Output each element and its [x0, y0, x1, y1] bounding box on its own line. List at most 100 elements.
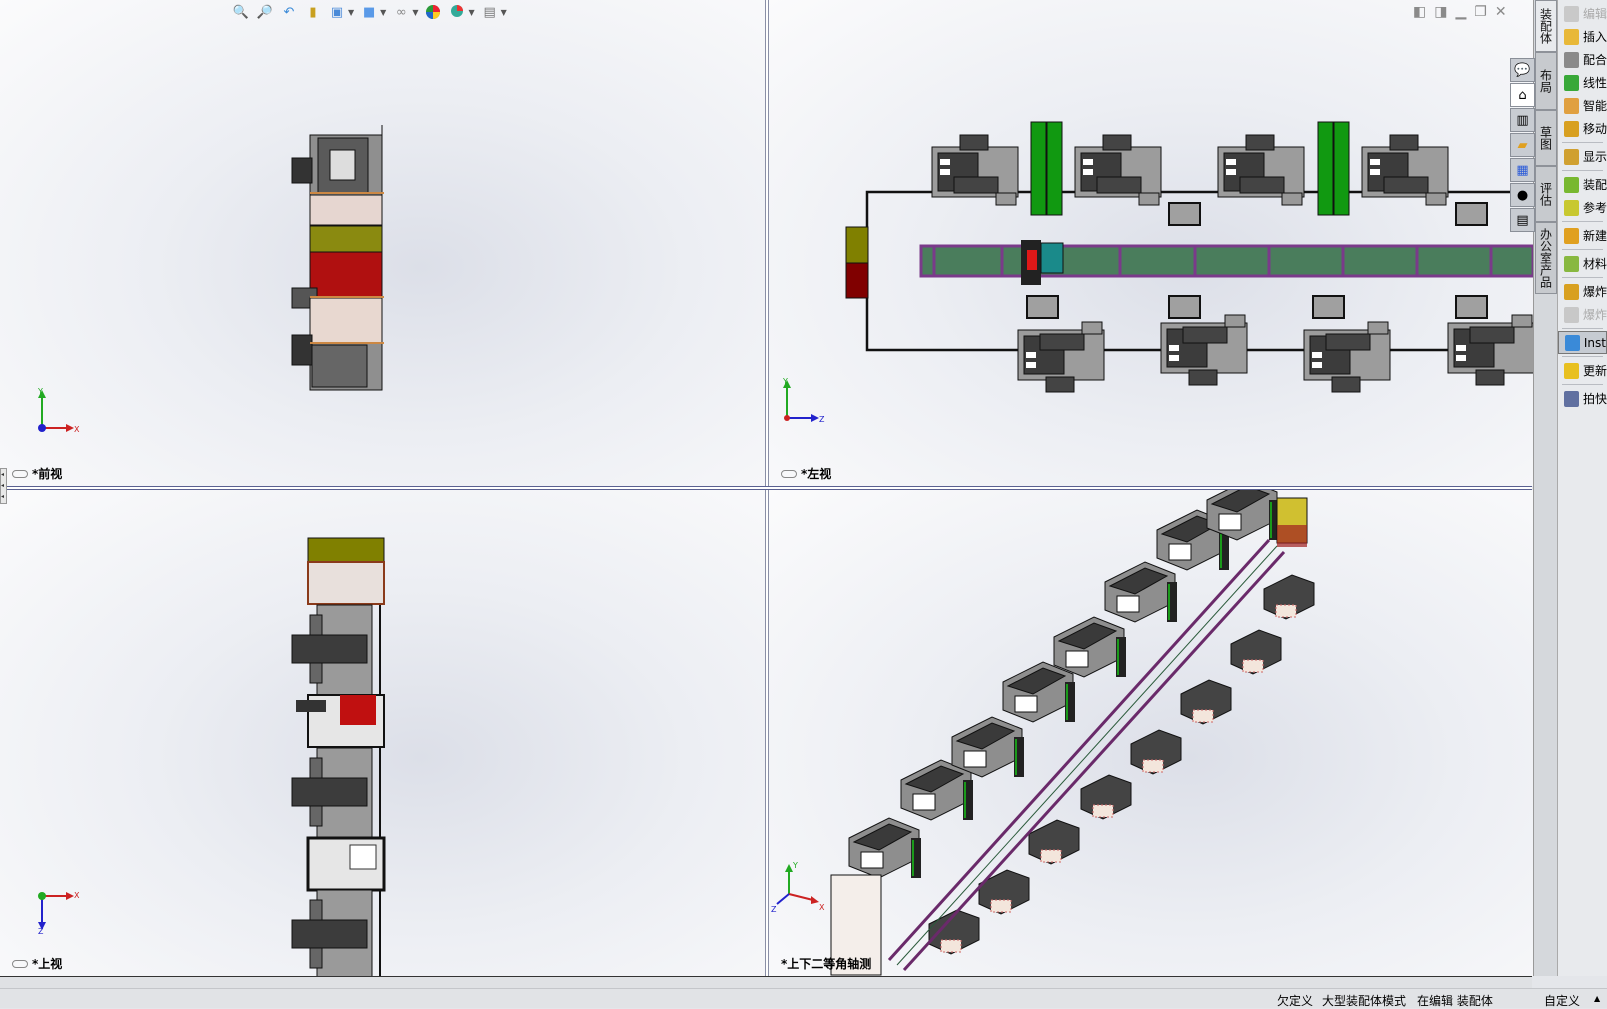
viewport-left[interactable]: Y Z *左视 — [769, 0, 1533, 486]
tab-evaluate[interactable]: 评估 — [1535, 166, 1557, 222]
command-icon — [1564, 255, 1579, 272]
command-item[interactable]: 线性 — [1558, 71, 1607, 94]
link-views-icon[interactable] — [12, 959, 28, 968]
svg-text:Y: Y — [782, 377, 788, 386]
viewport-dimetric[interactable]: Y X Z *上下二等角轴测 — [769, 490, 1533, 976]
tab-assembly[interactable]: 装配体 — [1535, 0, 1557, 52]
command-item[interactable]: 装配 — [1558, 173, 1607, 196]
minimize-icon[interactable]: ▁ — [1455, 4, 1466, 20]
zoom-to-fit-icon[interactable]: 🔍 — [232, 3, 250, 21]
command-item[interactable]: 显示 — [1558, 145, 1607, 168]
panel-collapse-handle[interactable]: ◂ ◂ ◂ — [0, 468, 7, 504]
svg-text:Z: Z — [771, 905, 777, 912]
svg-text:X: X — [74, 425, 80, 434]
separator — [1562, 142, 1603, 143]
command-item[interactable]: 移动 — [1558, 117, 1607, 140]
command-label: 参考 — [1582, 201, 1607, 215]
view-settings-icon[interactable]: ▤ — [481, 3, 499, 21]
tile-right-icon[interactable]: ◨ — [1434, 4, 1447, 20]
command-item[interactable]: 编辑 — [1558, 2, 1607, 25]
tab-office-products[interactable]: 办公室产品 — [1535, 222, 1557, 294]
front-view-model — [291, 125, 384, 391]
svg-text:X: X — [819, 903, 825, 912]
viewport-splitter-horizontal[interactable] — [0, 486, 1532, 490]
command-label: 新建 — [1582, 229, 1607, 243]
command-item[interactable]: 拍快 — [1558, 387, 1607, 410]
command-item[interactable]: 智能 — [1558, 94, 1607, 117]
chevron-down-icon[interactable]: ▼ — [348, 8, 354, 17]
axis-triad: X Z — [38, 891, 80, 934]
command-label: 配合 — [1582, 53, 1607, 67]
command-icon — [1565, 334, 1580, 351]
command-item[interactable]: 材料 — [1558, 252, 1607, 275]
command-item[interactable]: 插入 — [1558, 25, 1607, 48]
chevron-down-icon[interactable]: ▼ — [380, 8, 386, 17]
command-label: 拍快 — [1582, 392, 1607, 406]
custom-properties-icon[interactable]: ▤ — [1510, 208, 1535, 232]
tab-layout[interactable]: 布局 — [1535, 52, 1557, 110]
status-editing: 在编辑 装配体 — [1417, 994, 1493, 1008]
command-item[interactable]: 爆炸 — [1558, 280, 1607, 303]
design-library-icon[interactable]: ▥ — [1510, 108, 1535, 132]
chevron-down-icon[interactable]: ▼ — [501, 8, 507, 17]
display-style-icon[interactable]: ■ — [360, 3, 378, 21]
chevron-down-icon[interactable]: ▼ — [468, 8, 474, 17]
close-icon[interactable]: ✕ — [1495, 4, 1507, 20]
command-item[interactable]: 新建 — [1558, 224, 1607, 247]
axis-triad: Y Z — [782, 377, 825, 424]
command-icon — [1564, 306, 1579, 323]
chevron-down-icon[interactable]: ▼ — [412, 8, 418, 17]
command-item[interactable]: 参考 — [1558, 196, 1607, 219]
command-icon — [1564, 97, 1579, 114]
view-palette-icon[interactable]: ▦ — [1510, 158, 1535, 182]
zoom-to-area-icon[interactable]: 🔎 — [256, 3, 274, 21]
viewport-top[interactable]: X Z *上视 — [0, 490, 765, 976]
tile-left-icon[interactable]: ◧ — [1413, 4, 1426, 20]
separator — [1562, 277, 1603, 278]
command-icon — [1564, 148, 1579, 165]
file-explorer-icon[interactable]: ▰ — [1510, 133, 1535, 157]
view-name: *上下二等角轴测 — [781, 957, 872, 971]
separator — [1562, 249, 1603, 250]
home-icon[interactable]: ⌂ — [1510, 83, 1535, 107]
left-view-model — [845, 121, 1533, 393]
appearances-icon[interactable]: ● — [1510, 183, 1535, 207]
command-item[interactable]: Inst — [1558, 331, 1607, 354]
viewport-label: *前视 — [12, 465, 62, 482]
apply-scene-icon[interactable] — [448, 3, 466, 21]
tab-sketch[interactable]: 草图 — [1535, 110, 1557, 166]
viewport-label: *上下二等角轴测 — [781, 955, 871, 972]
window-controls: ◧ ◨ ▁ ❐ ✕ — [1413, 4, 1507, 20]
horizontal-scrollbar[interactable] — [0, 976, 1532, 988]
viewport-front[interactable]: Y X *前视 — [0, 0, 765, 486]
view-orientation-icon[interactable]: ▣ — [328, 3, 346, 21]
solidworks-resources-icon[interactable]: 💬 — [1510, 58, 1535, 82]
command-label: 爆炸 — [1582, 285, 1607, 299]
link-views-icon[interactable] — [12, 469, 28, 478]
edit-appearance-icon[interactable] — [424, 3, 442, 21]
command-manager-tabs: 装配体 布局 草图 评估 办公室产品 — [1533, 0, 1557, 976]
previous-view-icon[interactable]: ↶ — [280, 3, 298, 21]
svg-text:X: X — [74, 891, 80, 900]
chevron-up-icon[interactable]: ▲ — [1594, 994, 1600, 1003]
status-mode: 大型装配体模式 — [1322, 994, 1407, 1008]
hide-show-items-icon[interactable]: ∞ — [392, 3, 410, 21]
status-definition: 欠定义 — [1277, 994, 1314, 1008]
viewport-label: *上视 — [12, 955, 62, 972]
task-pane-tabs: 💬 ⌂ ▥ ▰ ▦ ● ▤ — [1510, 58, 1535, 233]
command-item[interactable]: 爆炸 — [1558, 303, 1607, 326]
view-name: *上视 — [32, 957, 63, 971]
status-units[interactable]: 自定义 — [1544, 992, 1580, 1009]
command-item[interactable]: 配合 — [1558, 48, 1607, 71]
command-label: 移动 — [1582, 122, 1607, 136]
command-label: 材料 — [1582, 257, 1607, 271]
section-view-icon[interactable]: ▮ — [304, 3, 322, 21]
command-icon — [1564, 199, 1579, 216]
command-icon — [1564, 5, 1579, 22]
command-icon — [1564, 28, 1579, 45]
command-item[interactable]: 更新 — [1558, 359, 1607, 382]
link-views-icon[interactable] — [781, 469, 797, 478]
restore-icon[interactable]: ❐ — [1474, 4, 1487, 20]
svg-text:Z: Z — [38, 927, 44, 934]
separator — [1562, 356, 1603, 357]
